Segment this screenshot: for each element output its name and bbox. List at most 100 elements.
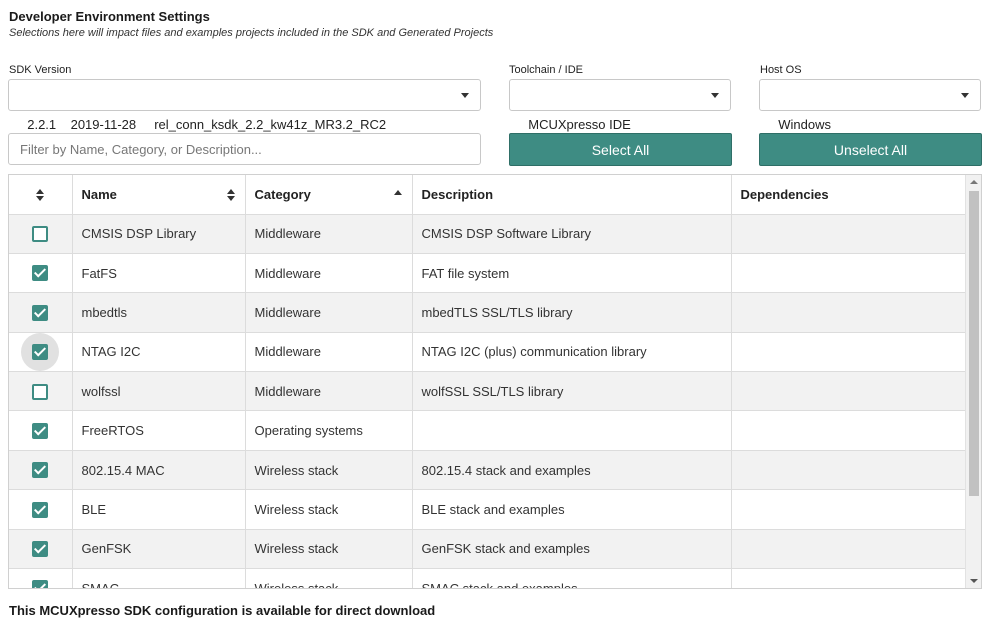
cell-dependencies <box>731 489 967 530</box>
cell-description: wolfSSL SSL/TLS library <box>412 371 732 412</box>
cell-description: GenFSK stack and examples <box>412 529 732 570</box>
row-checkbox-cell <box>9 332 73 373</box>
checkbox-checked-icon[interactable] <box>32 422 49 439</box>
cell-name: SMAC <box>72 568 246 588</box>
column-header-dependencies[interactable]: Dependencies <box>731 175 967 215</box>
components-table: Name Category Description Dependencies C… <box>8 174 982 589</box>
sdk-version-select[interactable]: 2.2.1 2019-11-28 rel_conn_ksdk_2.2_kw41z… <box>8 79 481 132</box>
table-row: wolfssl Middleware wolfSSL SSL/TLS library <box>9 371 967 412</box>
table-row: mbedtls Middleware mbedTLS SSL/TLS library <box>9 292 967 333</box>
row-checkbox-cell <box>9 292 73 333</box>
host-os-label: Host OS <box>760 64 802 76</box>
table-row: GenFSK Wireless stack GenFSK stack and exa… <box>9 529 967 570</box>
sdk-version-value: 2.2.1 2019-11-28 rel_conn_ksdk_2.2_kw41z… <box>27 117 387 132</box>
checkbox-focus-ring <box>21 332 60 371</box>
row-checkbox-cell <box>9 489 73 530</box>
cell-dependencies <box>731 253 967 294</box>
page-subtitle: Selections here will impact files and ex… <box>9 27 494 39</box>
download-availability-text: This MCUXpresso SDK configuration is ava… <box>9 603 436 618</box>
cell-description: mbedTLS SSL/TLS library <box>412 292 732 333</box>
unselect-all-button[interactable]: Unselect All <box>759 133 982 166</box>
cell-category: Wireless stack <box>245 489 413 530</box>
checkbox-unchecked-icon[interactable] <box>32 383 49 400</box>
table-row: 802.15.4 MAC Wireless stack 802.15.4 stack… <box>9 450 967 491</box>
caret-down-icon <box>461 93 469 98</box>
checkbox-checked-icon[interactable] <box>32 462 49 479</box>
page-title: Developer Environment Settings <box>9 9 210 24</box>
cell-dependencies <box>731 214 967 254</box>
caret-down-icon <box>961 93 969 98</box>
row-checkbox-cell <box>9 253 73 294</box>
cell-category: Wireless stack <box>245 450 413 491</box>
row-checkbox-cell <box>9 568 73 588</box>
scroll-thumb[interactable] <box>969 191 979 496</box>
column-header-select[interactable] <box>9 175 73 215</box>
row-checkbox-cell <box>9 529 73 570</box>
toolchain-value: MCUXpresso IDE <box>528 117 631 132</box>
caret-down-icon <box>711 93 719 98</box>
cell-name: FreeRTOS <box>72 410 246 451</box>
table-scrollbar[interactable] <box>965 175 981 588</box>
cell-category: Middleware <box>245 214 413 254</box>
cell-dependencies <box>731 332 967 373</box>
cell-description <box>412 410 732 451</box>
column-header-category[interactable]: Category <box>245 175 413 215</box>
sort-icon <box>226 189 235 201</box>
cell-dependencies <box>731 371 967 412</box>
cell-dependencies <box>731 568 967 588</box>
cell-description: FAT file system <box>412 253 732 294</box>
checkbox-checked-icon[interactable] <box>32 343 49 360</box>
cell-name: mbedtls <box>72 292 246 333</box>
table-row: FreeRTOS Operating systems <box>9 410 967 451</box>
cell-dependencies <box>731 410 967 451</box>
cell-category: Middleware <box>245 371 413 412</box>
cell-dependencies <box>731 450 967 491</box>
scroll-down-icon[interactable] <box>970 579 978 583</box>
cell-name: NTAG I2C <box>72 332 246 373</box>
cell-category: Middleware <box>245 332 413 373</box>
cell-name: CMSIS DSP Library <box>72 214 246 254</box>
select-all-button[interactable]: Select All <box>509 133 732 166</box>
cell-description: SMAC stack and examples <box>412 568 732 588</box>
cell-category: Operating systems <box>245 410 413 451</box>
cell-name: 802.15.4 MAC <box>72 450 246 491</box>
cell-dependencies <box>731 292 967 333</box>
row-checkbox-cell <box>9 371 73 412</box>
column-header-name[interactable]: Name <box>72 175 246 215</box>
checkbox-unchecked-icon[interactable] <box>32 225 49 242</box>
cell-description: CMSIS DSP Software Library <box>412 214 732 254</box>
cell-description: NTAG I2C (plus) communication library <box>412 332 732 373</box>
cell-category: Middleware <box>245 253 413 294</box>
checkbox-checked-icon[interactable] <box>32 580 49 588</box>
filter-input[interactable] <box>8 133 481 165</box>
host-os-select[interactable]: Windows <box>759 79 981 132</box>
sort-ascending-icon <box>393 190 402 195</box>
column-header-description[interactable]: Description <box>412 175 732 215</box>
row-checkbox-cell <box>9 450 73 491</box>
sort-icon <box>36 189 45 202</box>
host-os-value: Windows <box>778 117 831 132</box>
checkbox-checked-icon[interactable] <box>32 541 49 558</box>
sdk-version-label: SDK Version <box>9 64 72 76</box>
cell-name: GenFSK <box>72 529 246 570</box>
scroll-up-icon[interactable] <box>970 180 978 184</box>
row-checkbox-cell <box>9 214 73 254</box>
toolchain-label: Toolchain / IDE <box>509 64 583 76</box>
checkbox-checked-icon[interactable] <box>32 501 49 518</box>
table-row: SMAC Wireless stack SMAC stack and example… <box>9 568 967 588</box>
checkbox-checked-icon[interactable] <box>32 304 49 321</box>
table-row: BLE Wireless stack BLE stack and examples <box>9 489 967 530</box>
cell-name: wolfssl <box>72 371 246 412</box>
cell-description: 802.15.4 stack and examples <box>412 450 732 491</box>
cell-dependencies <box>731 529 967 570</box>
cell-category: Wireless stack <box>245 529 413 570</box>
toolchain-select[interactable]: MCUXpresso IDE <box>509 79 731 132</box>
checkbox-checked-icon[interactable] <box>32 265 49 282</box>
cell-description: BLE stack and examples <box>412 489 732 530</box>
cell-name: FatFS <box>72 253 246 294</box>
cell-category: Wireless stack <box>245 568 413 588</box>
cell-category: Middleware <box>245 292 413 333</box>
row-checkbox-cell <box>9 410 73 451</box>
table-row: NTAG I2C Middleware NTAG I2C (plus) commun… <box>9 332 967 373</box>
cell-name: BLE <box>72 489 246 530</box>
